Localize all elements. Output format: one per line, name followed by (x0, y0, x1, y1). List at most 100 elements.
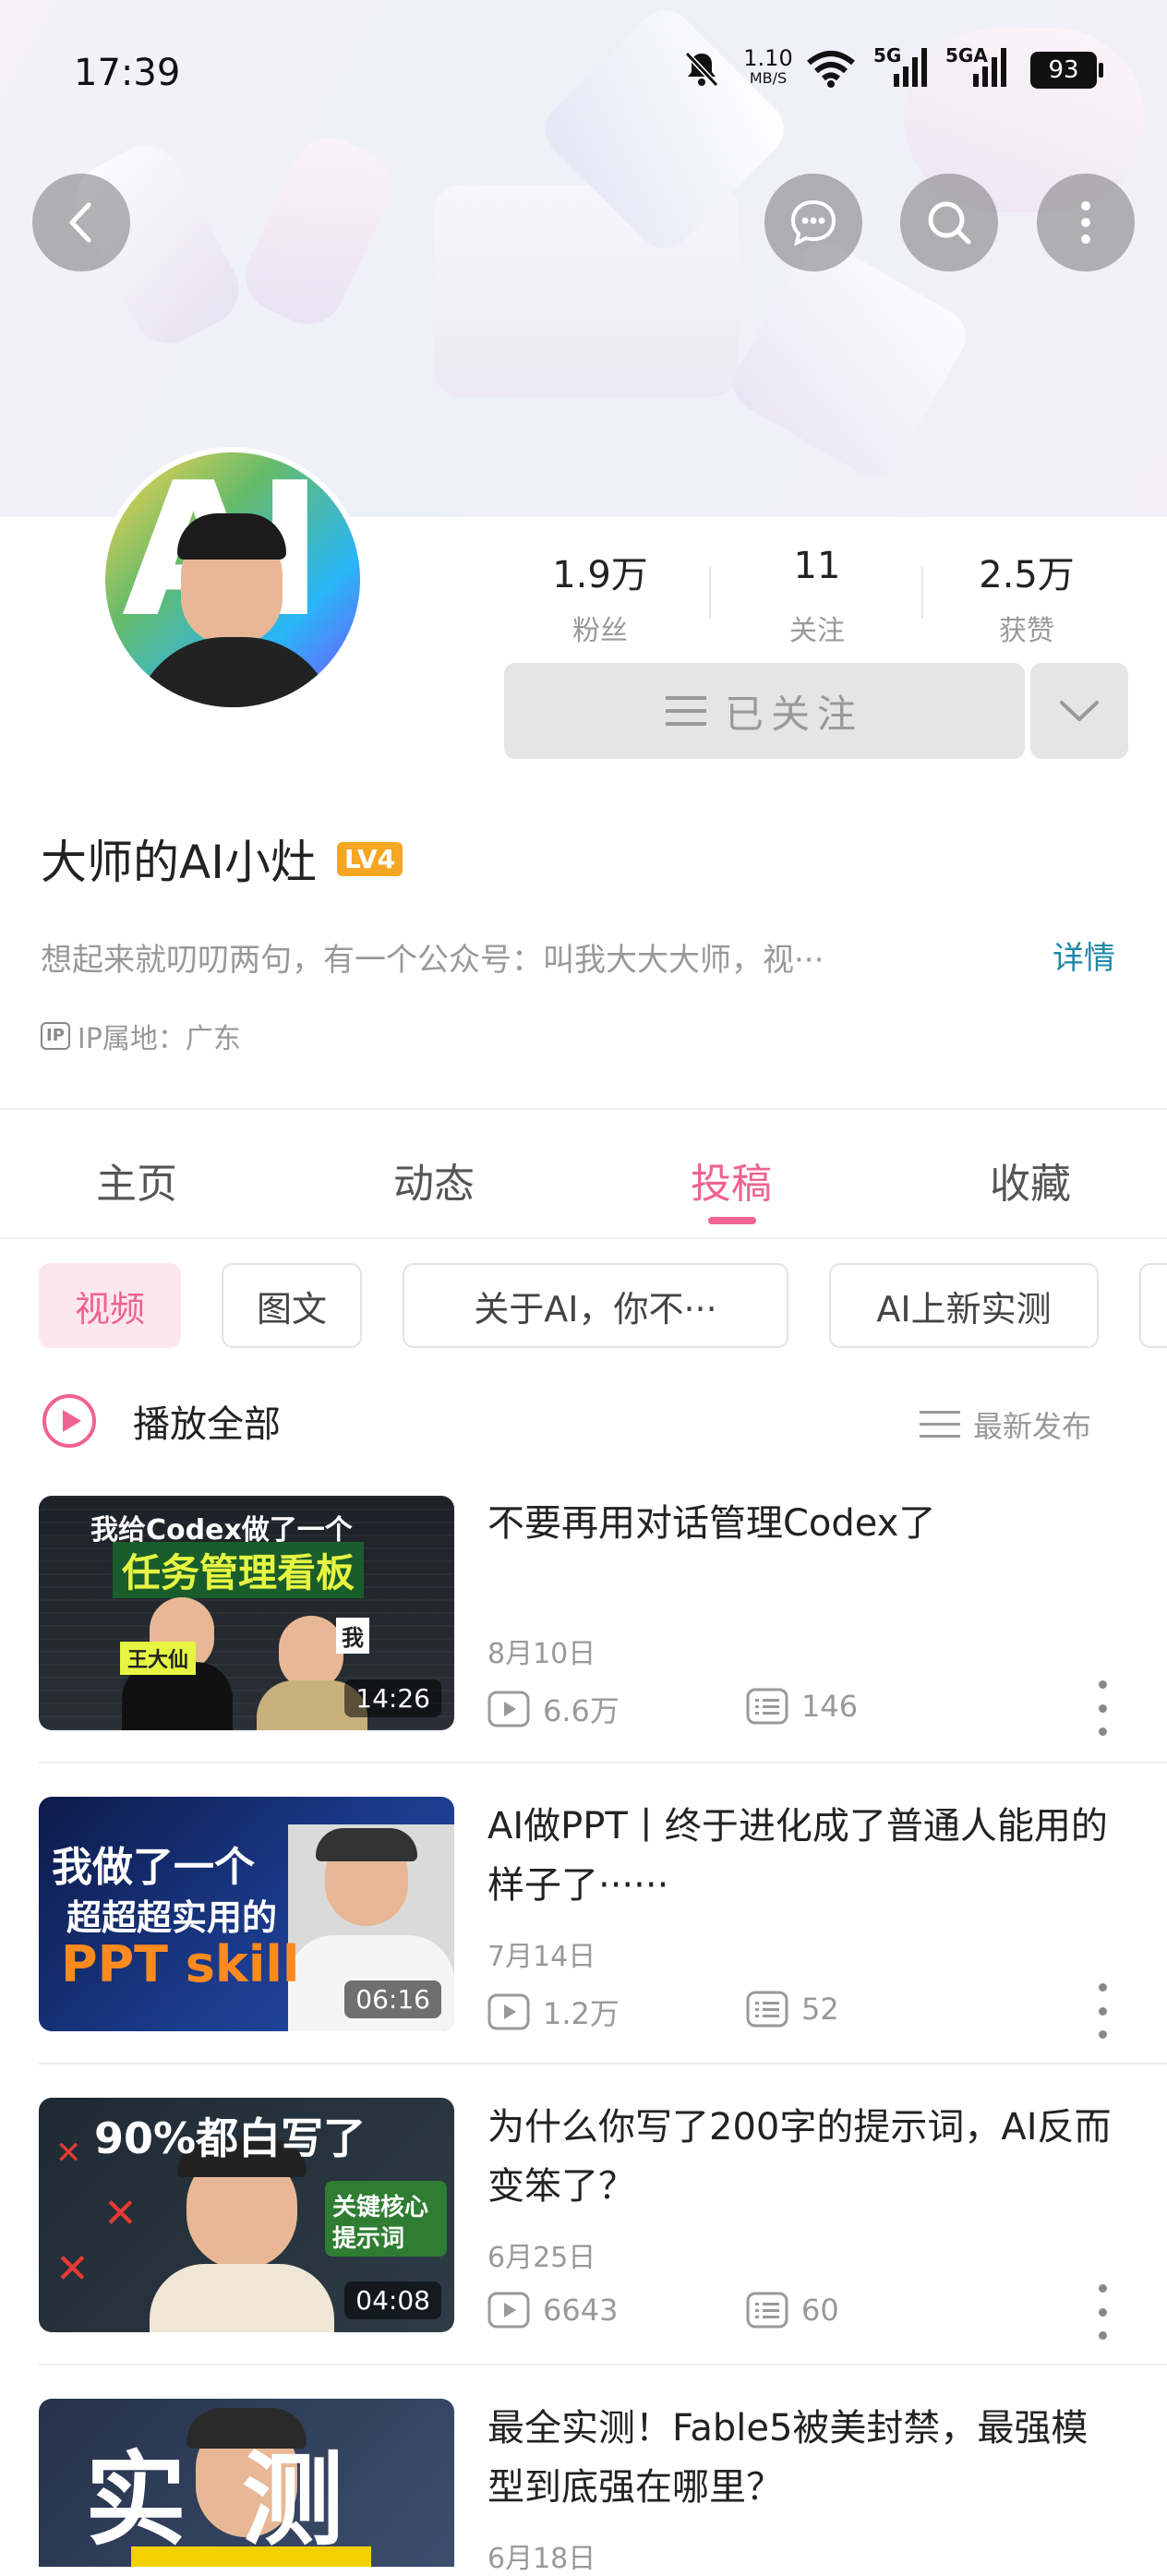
video-date: 6月18日 (487, 2543, 596, 2575)
sort-button[interactable]: 最新发布 (920, 1403, 1091, 1446)
video-thumbnail[interactable]: 实测 (39, 2399, 454, 2567)
followed-button[interactable]: 已关注 (504, 663, 1025, 759)
battery-level: 93 (1048, 56, 1079, 84)
stat-divider (921, 567, 923, 619)
video-title[interactable]: 最全实测！Fable5被美封禁，最强模型到底强在哪里？ (487, 2399, 1125, 2517)
following-count[interactable]: 11 (725, 545, 909, 587)
fans-label: 粉丝 (572, 615, 628, 647)
likes-count: 2.5万 (979, 554, 1075, 596)
video-thumbnail[interactable]: ✕ ✕ ✕ 90%都白写了 关键核心 提示词 04:08 (39, 2098, 454, 2332)
video-more-button[interactable] (1091, 1680, 1113, 1736)
comment-count-icon (746, 1991, 788, 2028)
avatar[interactable]: AI (100, 447, 366, 713)
video-more-button[interactable] (1091, 1983, 1113, 2039)
comment-count: 60 (801, 2293, 839, 2328)
tab-dynamics[interactable]: 动态 (342, 1150, 526, 1210)
section-divider (0, 1108, 1167, 1110)
tab-uploads[interactable]: 投稿 (639, 1150, 824, 1210)
net-speed-unit: MB/S (749, 69, 788, 87)
comment-count-icon (746, 1688, 788, 1725)
comment-count-icon (746, 2292, 788, 2329)
video-thumbnail[interactable]: 我做了一个 超超超实用的 PPT skill 06:16 (39, 1797, 454, 2031)
chat-bubble-icon (790, 199, 836, 247)
play-all-label: 播放全部 (133, 1403, 281, 1446)
search-icon (928, 201, 971, 245)
signal-icon: 5G (873, 44, 929, 90)
profile-name: 大师的AI小灶 (41, 836, 317, 889)
comment-count: 52 (801, 1992, 839, 2027)
list-icon (920, 1411, 960, 1438)
banner-decoration (233, 126, 404, 336)
thumb-caption: 提示词 (332, 2225, 405, 2253)
net-speed-value: 1.10 (743, 45, 793, 71)
mute-icon (681, 48, 722, 89)
play-count-icon (487, 1691, 530, 1727)
message-button[interactable] (764, 174, 862, 271)
video-comments: 146 (746, 1688, 858, 1725)
video-title[interactable]: 为什么你写了200字的提示词，AI反而变笨了？ (487, 2098, 1125, 2216)
net-speed: 1.10 MB/S (740, 46, 796, 87)
play-count: 1.2万 (543, 1996, 620, 2031)
video-comments: 52 (746, 1991, 839, 2028)
row-divider (39, 2063, 1167, 2064)
tab-home[interactable]: 主页 (44, 1150, 229, 1210)
play-count-icon (487, 2292, 530, 2329)
stat-divider (709, 567, 711, 619)
likes-label: 获赞 (999, 615, 1054, 647)
play-all-button[interactable]: 播放全部 (41, 1392, 281, 1450)
filter-ai-new-test[interactable]: AI上新实测 (829, 1263, 1099, 1348)
video-thumbnail[interactable]: 我给Codex做了一个 任务管理看板 王大仙 我 14:26 (39, 1496, 454, 1730)
video-plays: 6.6万 (487, 1688, 620, 1730)
filter-video[interactable]: 视频 (39, 1263, 181, 1348)
ip-badge-icon: IP (41, 1022, 70, 1050)
chevron-left-icon (69, 202, 91, 243)
video-more-button[interactable] (1091, 2284, 1113, 2340)
back-button[interactable] (32, 174, 130, 271)
video-duration: 14:26 (344, 1679, 441, 1717)
thumb-tag: 我 (336, 1618, 369, 1654)
close-icon: ✕ (103, 2190, 138, 2237)
video-date: 8月10日 (487, 1638, 596, 1670)
banner-decoration (723, 234, 976, 487)
ip-location: IP IP属地：广东 (41, 1016, 241, 1056)
battery-icon: 93 (1030, 52, 1104, 89)
thumb-caption: 任务管理看板 (113, 1542, 365, 1598)
more-options-button[interactable] (1037, 174, 1135, 271)
video-date: 7月14日 (487, 1941, 596, 1973)
follow-dropdown-button[interactable] (1030, 663, 1128, 759)
bio-detail-link[interactable]: 详情 (1053, 933, 1115, 978)
row-divider (39, 1762, 1167, 1763)
filter-image-text[interactable]: 图文 (222, 1263, 362, 1348)
thumb-caption: PPT skill (61, 1935, 300, 1993)
video-duration: 06:16 (344, 1980, 441, 2018)
video-date: 6月25日 (487, 2242, 596, 2274)
thumb-caption: 实测 (85, 2441, 399, 2559)
profile-name-row: 大师的AI小灶 LV4 (41, 825, 403, 892)
followed-label: 已关注 (724, 691, 863, 737)
filter-about-ai[interactable]: 关于AI，你不··· (403, 1263, 788, 1348)
search-button[interactable] (900, 174, 998, 271)
video-title[interactable]: 不要再用对话管理Codex了 (487, 1494, 1125, 1553)
tab-favorites[interactable]: 收藏 (938, 1150, 1123, 1210)
thumb-caption: 超超超实用的 (66, 1897, 278, 1938)
thumb-tag: 王大仙 (120, 1642, 197, 1675)
video-title[interactable]: AI做PPT丨终于进化成了普通人能用的样子了······ (487, 1797, 1125, 1915)
fans-count[interactable]: 1.9万 (508, 545, 692, 598)
thumb-caption: 关键核心 (332, 2194, 429, 2221)
filter-more[interactable] (1139, 1263, 1167, 1348)
play-circle-icon (42, 1394, 96, 1448)
video-duration: 04:08 (344, 2281, 441, 2319)
sort-label: 最新发布 (973, 1409, 1092, 1444)
video-comments: 60 (746, 2292, 839, 2329)
close-icon: ✕ (55, 2245, 90, 2293)
video-plays: 1.2万 (487, 1991, 620, 2033)
profile-bio: 想起来就叨叨两句，有一个公众号：叫我大大大师，视··· (41, 942, 824, 979)
level-badge: LV4 (336, 841, 403, 876)
close-icon: ✕ (55, 2135, 82, 2172)
signal-icon: 5GA (944, 44, 1008, 90)
wifi-icon (805, 48, 857, 89)
play-count: 6.6万 (543, 1693, 620, 1728)
ip-location-text: IP属地：广东 (77, 1023, 241, 1055)
active-tab-indicator (708, 1217, 756, 1224)
play-count-icon (487, 1993, 530, 2030)
